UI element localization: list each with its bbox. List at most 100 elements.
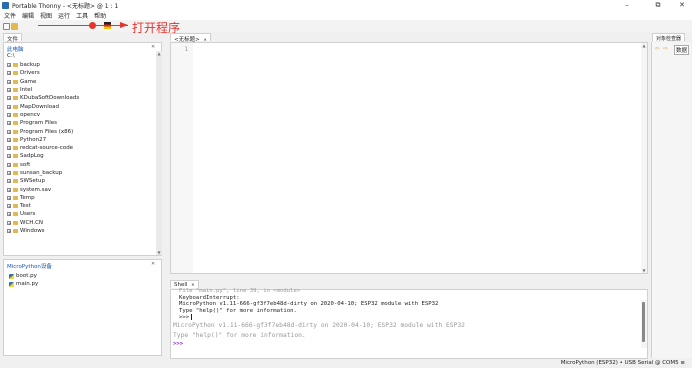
shell-prompt-text: >>>: [179, 314, 190, 321]
expand-icon[interactable]: +: [7, 220, 11, 225]
device-file-row[interactable]: boot.py: [4, 272, 161, 280]
shell-banner-line: MicroPython v1.11-666-gf3f7eb48d-dirty o…: [173, 322, 465, 330]
forward-arrow-icon[interactable]: ⇨: [663, 46, 668, 52]
data-button[interactable]: 数据: [674, 45, 690, 55]
editor-scrollbar[interactable]: ▲ ▼: [641, 43, 647, 273]
file-tree-row[interactable]: + Temp: [7, 194, 161, 202]
file-tree-row[interactable]: + soft: [7, 161, 161, 169]
menu-file[interactable]: 文件: [4, 11, 16, 20]
shell-scroll-thumb[interactable]: [642, 302, 645, 342]
expand-icon[interactable]: +: [7, 121, 11, 126]
folder-label: system.sav: [20, 186, 52, 193]
folder-icon: [13, 179, 18, 184]
expand-icon[interactable]: +: [7, 195, 11, 200]
expand-icon[interactable]: +: [7, 171, 11, 176]
expand-icon[interactable]: +: [7, 63, 11, 68]
folder-label: Python27: [20, 136, 47, 143]
expand-icon[interactable]: +: [7, 204, 11, 209]
menu-view[interactable]: 视图: [40, 11, 52, 20]
window-title: Portable Thonny - <无标题> @ 1 : 1: [12, 2, 119, 10]
file-tree-row[interactable]: + Program Files (x86): [7, 127, 161, 135]
maximize-button[interactable]: ⧉: [648, 0, 668, 10]
expand-icon[interactable]: +: [7, 229, 11, 234]
micropython-panel-close-icon[interactable]: ✕: [151, 261, 155, 267]
file-tree-row[interactable]: + Python27: [7, 136, 161, 144]
files-scrollbar[interactable]: ▲ ▼: [156, 51, 162, 255]
file-tree-row[interactable]: + backup: [7, 61, 161, 69]
file-tree-row[interactable]: + Test: [7, 202, 161, 210]
tab-shell[interactable]: Shell ✕: [170, 280, 199, 288]
micropython-panel-title: MicroPython设备: [7, 264, 52, 270]
editor-scroll-up-icon[interactable]: ▲: [641, 43, 647, 48]
folder-label: sunsan_backup: [20, 170, 63, 176]
expand-icon[interactable]: +: [7, 112, 11, 117]
file-tree-row[interactable]: + KDubaSoftDownloads: [7, 94, 161, 102]
file-tree-row[interactable]: + Windows: [7, 227, 161, 235]
scroll-up-icon[interactable]: ▲: [156, 51, 162, 56]
file-tree-row[interactable]: + SWSetup: [7, 177, 161, 185]
tab-files[interactable]: 文件: [3, 33, 23, 43]
expand-icon[interactable]: +: [7, 104, 11, 109]
file-tree-row[interactable]: + Game: [7, 78, 161, 86]
folder-icon: [13, 204, 18, 209]
folder-label: Temp: [20, 194, 35, 201]
menu-run[interactable]: 运行: [58, 11, 70, 20]
expand-icon[interactable]: +: [7, 79, 11, 84]
file-tree-row[interactable]: + redcat-source-code: [7, 144, 161, 152]
tab-untitled[interactable]: <无标题> ✕: [170, 33, 211, 43]
file-tree-row[interactable]: + SadpLog: [7, 152, 161, 160]
device-file-row[interactable]: main.py: [4, 280, 161, 288]
folder-icon: [13, 96, 18, 101]
stop-icon[interactable]: [89, 22, 96, 29]
file-tree-row[interactable]: + sunsan_backup: [7, 169, 161, 177]
file-tree-row[interactable]: + opencv: [7, 111, 161, 119]
shell-tab-close-icon[interactable]: ✕: [191, 282, 194, 287]
folder-label: Program Files: [20, 120, 58, 127]
expand-icon[interactable]: +: [7, 96, 11, 101]
expand-icon[interactable]: +: [7, 162, 11, 167]
expand-icon[interactable]: +: [7, 179, 11, 184]
expand-icon[interactable]: +: [7, 88, 11, 93]
file-tree-row[interactable]: + Users: [7, 210, 161, 218]
file-tree-row[interactable]: + WCH.CN: [7, 219, 161, 227]
shell-input-prompt[interactable]: >>>: [171, 341, 647, 348]
new-file-icon[interactable]: [3, 22, 10, 30]
file-tree-row[interactable]: + Program Files: [7, 119, 161, 127]
minimize-button[interactable]: –: [617, 0, 637, 10]
tab-object-inspector[interactable]: 对象检查器: [652, 33, 686, 42]
files-panel-close-icon[interactable]: ✕: [151, 44, 155, 50]
file-tree-row[interactable]: + Drivers: [7, 69, 161, 77]
back-arrow-icon[interactable]: ⇦: [655, 46, 660, 52]
expand-icon[interactable]: +: [7, 146, 11, 151]
expand-icon[interactable]: +: [7, 129, 11, 134]
line-number: 1: [184, 46, 188, 53]
file-tree-row[interactable]: + system.sav: [7, 185, 161, 193]
expand-icon[interactable]: +: [7, 212, 11, 217]
folder-label: Windows: [20, 228, 45, 235]
code-editor[interactable]: 1 ▲ ▼: [170, 42, 648, 274]
title-bar: Portable Thonny - <无标题> @ 1 : 1: [0, 0, 692, 10]
menu-tools[interactable]: 工具: [76, 11, 88, 20]
this-pc-label[interactable]: 此电脑: [7, 45, 158, 53]
scroll-down-icon[interactable]: ▼: [156, 250, 162, 255]
editor-scroll-down-icon[interactable]: ▼: [641, 268, 647, 273]
shell-scrollbar[interactable]: [641, 300, 647, 348]
expand-icon[interactable]: +: [7, 71, 11, 76]
shell-console[interactable]: File "main.py", line 39, in <module> Key…: [170, 288, 648, 359]
open-file-icon[interactable]: [11, 22, 18, 30]
shell-output-line: MicroPython v1.11-666-gf3f7eb48d-dirty o…: [179, 301, 439, 308]
file-tree-row[interactable]: + Intel: [7, 86, 161, 94]
expand-icon[interactable]: +: [7, 187, 11, 192]
close-button[interactable]: ✕: [672, 0, 692, 10]
shell-prompt-line: >>>: [171, 314, 647, 321]
menu-help[interactable]: 帮助: [94, 11, 106, 20]
expand-icon[interactable]: +: [7, 137, 11, 142]
menu-edit[interactable]: 编辑: [22, 11, 34, 20]
status-bar: MicroPython (ESP32) • USB Serial @ COM5 …: [0, 359, 692, 368]
shell-banner-line: Type "help()" for more information.: [173, 332, 306, 340]
interpreter-status[interactable]: MicroPython (ESP32) • USB Serial @ COM5 …: [561, 360, 685, 366]
flag-icon[interactable]: [104, 22, 111, 29]
file-tree-row[interactable]: + MapDownload: [7, 102, 161, 110]
expand-icon[interactable]: +: [7, 154, 11, 159]
folder-label: KDubaSoftDownloads: [20, 95, 80, 102]
